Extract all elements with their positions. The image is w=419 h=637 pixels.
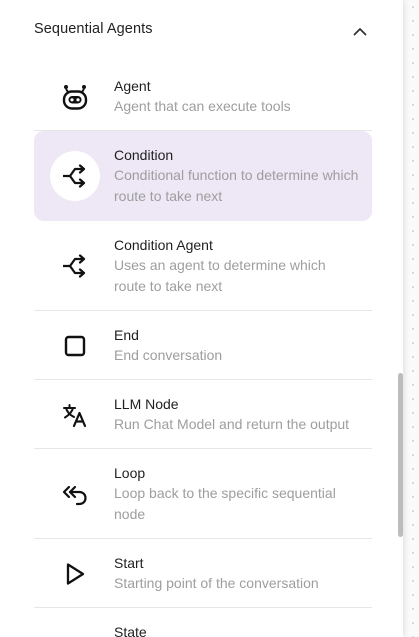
item-title: State <box>114 624 147 637</box>
list-item-end[interactable]: End End conversation <box>34 311 372 380</box>
item-title: End <box>114 327 139 343</box>
square-icon <box>50 321 100 371</box>
section-title: Sequential Agents <box>34 21 153 37</box>
list-item-loop[interactable]: Loop Loop back to the specific sequentia… <box>34 449 372 539</box>
play-icon <box>50 549 100 599</box>
loop-back-icon <box>50 469 100 519</box>
item-title: Start <box>114 555 144 571</box>
split-arrow-icon <box>50 151 100 201</box>
item-description: End conversation <box>114 347 223 363</box>
chevron-up-icon[interactable] <box>348 19 372 43</box>
split-arrow-icon <box>50 241 100 291</box>
list-item-condition-agent[interactable]: Condition Agent Uses an agent to determi… <box>34 221 372 311</box>
item-description: Starting point of the conversation <box>114 575 319 591</box>
item-description: Agent that can execute tools <box>114 98 291 114</box>
item-description: Loop back to the specific sequential nod… <box>114 485 336 522</box>
node-palette-panel: Sequential Agents Agent Agent that can e… <box>0 0 403 637</box>
list-item-state[interactable]: State <box>34 608 372 637</box>
scrollbar-thumb[interactable] <box>398 373 403 537</box>
node-list: Agent Agent that can execute tools Condi… <box>34 62 372 637</box>
list-item-condition[interactable]: Condition Conditional function to determ… <box>34 131 372 221</box>
list-item-llm-node[interactable]: LLM Node Run Chat Model and return the o… <box>34 380 372 449</box>
translate-icon <box>50 390 100 440</box>
scrollbar[interactable] <box>396 0 403 637</box>
item-title: Condition <box>114 147 174 163</box>
item-title: Agent <box>114 78 151 94</box>
list-item-start[interactable]: Start Starting point of the conversation <box>34 539 372 608</box>
section-header[interactable]: Sequential Agents <box>0 0 403 62</box>
list-item-agent[interactable]: Agent Agent that can execute tools <box>34 62 372 131</box>
item-title: Condition Agent <box>114 237 213 253</box>
item-description: Conditional function to determine which … <box>114 167 359 204</box>
item-title: Loop <box>114 465 146 481</box>
item-description: Run Chat Model and return the output <box>114 416 350 432</box>
item-title: LLM Node <box>114 396 179 412</box>
item-description: Uses an agent to determine which route t… <box>114 257 326 294</box>
robot-icon <box>50 72 100 122</box>
